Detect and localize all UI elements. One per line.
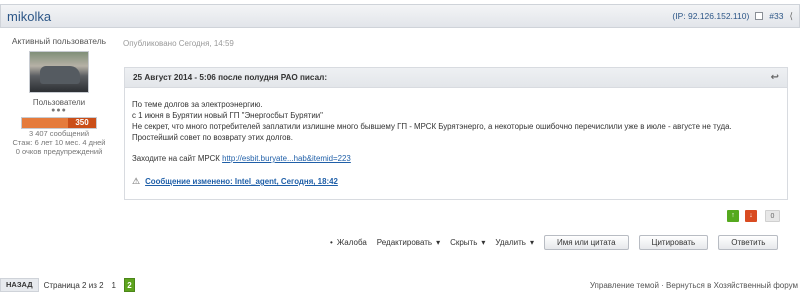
quote-spacing bbox=[132, 143, 780, 153]
pagination: Страница 2 из 2 1 2 bbox=[44, 278, 135, 292]
delete-label: Удалить bbox=[495, 238, 526, 247]
site-reference: Заходите на сайт МРСК http://esbit.burya… bbox=[132, 153, 780, 164]
current-page: 2 bbox=[124, 278, 135, 292]
edit-notice: ⚠ Сообщение изменено: Intel_agent, Сегод… bbox=[132, 176, 780, 187]
post-select-checkbox[interactable] bbox=[755, 12, 764, 20]
post-author-link[interactable]: mikolka bbox=[7, 9, 51, 24]
footer-bar: НАЗАД Страница 2 из 2 1 2 Управление тем… bbox=[0, 276, 800, 294]
post-header: mikolka (IP: 92.126.152.110) #33 ⟨ bbox=[0, 4, 800, 28]
edit-action[interactable]: Редактировать ▾ bbox=[377, 238, 440, 247]
post-actions: • Жалоба Редактировать ▾ Скрыть ▾ Удалить ▾… bbox=[330, 235, 779, 250]
reputation-bar bbox=[22, 118, 68, 128]
rank-dots: ●●● bbox=[51, 107, 67, 114]
page-link-1[interactable]: 1 bbox=[112, 281, 116, 290]
complaint-label: Жалоба bbox=[336, 238, 367, 247]
ip-address: (IP: 92.126.152.110) bbox=[672, 11, 750, 21]
quote-body: По теме долгов за электроэнергию. с 1 ию… bbox=[125, 88, 787, 198]
published-time: Опубликовано Сегодня, 14:59 bbox=[123, 39, 234, 48]
author-role: Активный пользователь bbox=[11, 36, 107, 46]
return-icon[interactable]: ↩ bbox=[771, 72, 779, 83]
post-number-link[interactable]: #33 bbox=[769, 11, 783, 21]
quote-line-1: По теме долгов за электроэнергию. bbox=[132, 100, 263, 109]
vote-down-button[interactable]: ↓ bbox=[745, 210, 757, 222]
site-link[interactable]: http://esbit.buryate...hab&itemid=223 bbox=[222, 154, 351, 163]
site-text: Заходите на сайт МРСК bbox=[132, 154, 220, 163]
author-group: Пользователи bbox=[32, 98, 86, 107]
author-panel: Активный пользователь Пользователи ●●● 3… bbox=[4, 36, 114, 156]
edited-link[interactable]: Сообщение изменено: Intel_agent, Сегодня… bbox=[145, 176, 338, 187]
share-icon[interactable]: ⟨ bbox=[789, 11, 793, 22]
author-tenure: Стаж: 6 лет 10 мес. 4 дней bbox=[12, 138, 106, 147]
quote-button[interactable]: Цитировать bbox=[638, 235, 709, 250]
complaint-action[interactable]: • Жалоба bbox=[330, 238, 367, 247]
author-messages: 3 407 сообщений bbox=[28, 129, 90, 138]
quote-header: 25 Август 2014 - 5:06 после полудня РАО … bbox=[125, 68, 787, 88]
warning-icon: ⚠ bbox=[132, 176, 141, 186]
avatar-car-image bbox=[40, 66, 80, 84]
topic-tools[interactable]: Управление темой · Вернуться в Хозяйстве… bbox=[590, 281, 800, 290]
author-warnings: 0 очков предупреждений bbox=[15, 147, 103, 156]
vote-score: 0 bbox=[765, 210, 780, 222]
delete-action[interactable]: Удалить ▾ bbox=[495, 238, 534, 247]
page-status: Страница 2 из 2 bbox=[43, 280, 104, 290]
reputation-value: 350 bbox=[68, 118, 96, 128]
quote-line-4: Простейший совет по возврату этих долгов… bbox=[132, 133, 293, 142]
quote-title: 25 Август 2014 - 5:06 после полудня РАО … bbox=[133, 73, 328, 82]
post-meta: (IP: 92.126.152.110) #33 ⟨ bbox=[672, 11, 793, 22]
quote-line-2: с 1 июня в Бурятии новый ГП "Энергосбыт … bbox=[132, 111, 323, 120]
quote-line-3: Не секрет, что много потребителей заплат… bbox=[132, 122, 732, 131]
reply-button[interactable]: Ответить bbox=[718, 235, 779, 250]
hide-action[interactable]: Скрыть ▾ bbox=[450, 238, 485, 247]
hide-label: Скрыть bbox=[450, 238, 478, 247]
dropdown-arrow-icon: ▾ bbox=[529, 238, 534, 247]
edit-label: Редактировать bbox=[376, 238, 433, 247]
dropdown-arrow-icon: ▾ bbox=[481, 238, 486, 247]
avatar[interactable] bbox=[29, 51, 89, 93]
vote-up-button[interactable]: ↑ bbox=[727, 210, 739, 222]
quote-box: 25 Август 2014 - 5:06 после полудня РАО … bbox=[124, 67, 788, 200]
reputation-badge: 350 bbox=[21, 117, 97, 129]
back-button[interactable]: НАЗАД bbox=[0, 278, 39, 292]
dropdown-arrow-icon: ▾ bbox=[436, 238, 441, 247]
name-quote-button[interactable]: Имя или цитата bbox=[543, 235, 629, 250]
